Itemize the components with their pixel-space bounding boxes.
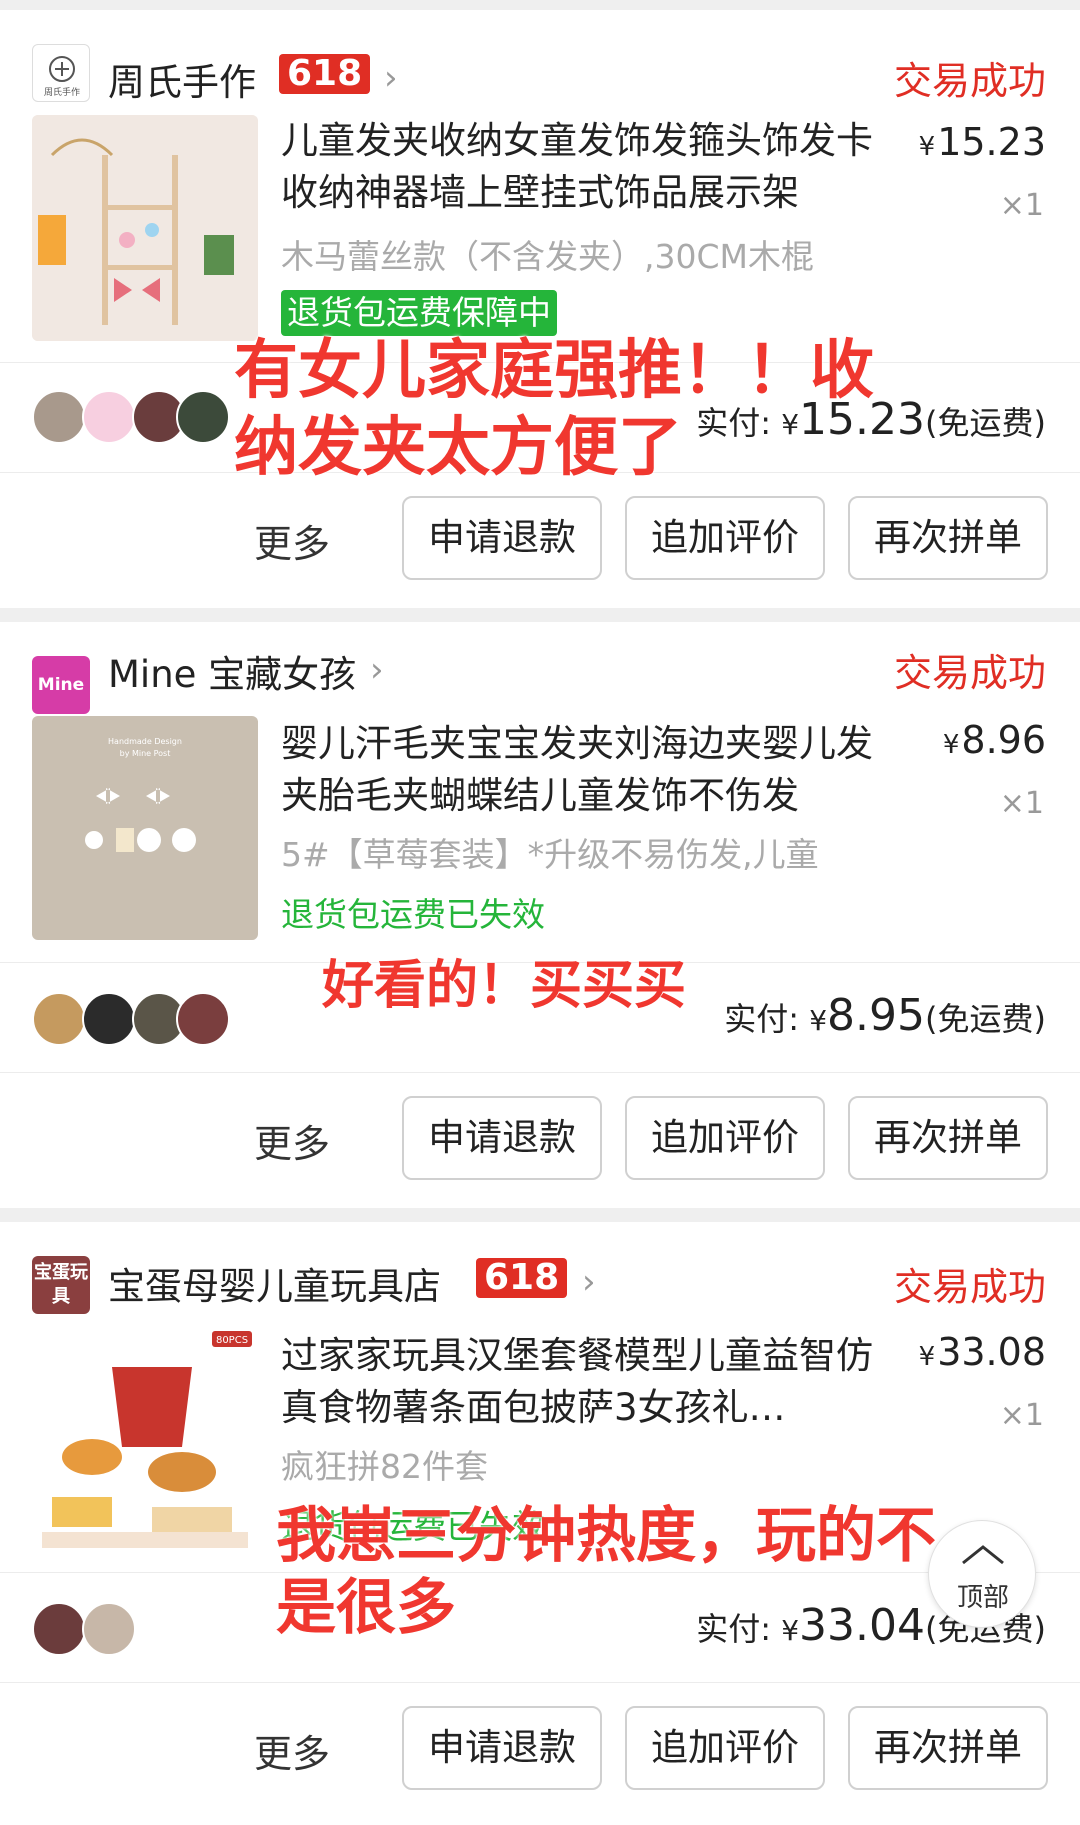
refund-button[interactable]: 申请退款: [402, 496, 602, 580]
svg-text:80PCS: 80PCS: [216, 1335, 248, 1346]
product-price: ¥8.96: [942, 718, 1046, 762]
back-to-top-label: 顶部: [956, 1583, 1009, 1613]
promo-badge: 618: [279, 54, 371, 94]
product-image[interactable]: [32, 115, 258, 341]
order-status: 交易成功: [893, 651, 1046, 695]
review-button[interactable]: 追加评价: [625, 1096, 825, 1180]
product-title[interactable]: 过家家玩具汉堡套餐模型儿童益智仿真食物薯条面包披萨3女孩礼…: [281, 1330, 881, 1434]
shop-name: 周氏手作: [108, 61, 256, 104]
product-title[interactable]: 婴儿汗毛夹宝宝发夹刘海边夹婴儿发夹胎毛夹蝴蝶结儿童发饰不伤发: [281, 718, 881, 822]
product-price: ¥15.23: [918, 120, 1046, 164]
avatar: [32, 390, 86, 444]
order-status: 交易成功: [893, 1265, 1046, 1309]
product-quantity: ×1: [999, 188, 1044, 223]
promo-badge: 618: [476, 1258, 568, 1298]
annotation-text: 有女儿家庭强推！！收纳发夹太方便了: [234, 334, 874, 485]
chevron-up-icon: [962, 1545, 1004, 1565]
review-button[interactable]: 追加评价: [625, 1706, 825, 1790]
shop-header[interactable]: 周氏手作 周氏手作 618 › 交易成功: [0, 10, 1080, 120]
product-price: ¥33.08: [918, 1330, 1046, 1374]
product-image[interactable]: 80PCS: [32, 1327, 258, 1553]
svg-text:周氏手作: 周氏手作: [44, 86, 80, 98]
shop-logo: Mine: [32, 656, 90, 714]
group-avatars[interactable]: [32, 992, 262, 1048]
chevron-right-icon: ›: [582, 1262, 596, 1302]
shop-logo: 周氏手作: [32, 44, 90, 102]
more-link[interactable]: 更多: [254, 1113, 330, 1168]
reorder-button[interactable]: 再次拼单: [848, 1096, 1048, 1180]
product-spec: 木马蕾丝款（不含发夹）,30CM木棍: [281, 237, 814, 276]
annotation-text: 好看的！买买买: [322, 956, 687, 1016]
product-spec: 5#【草莓套装】*升级不易伤发,儿童: [281, 835, 819, 874]
avatar: [82, 1602, 136, 1656]
avatar: [82, 390, 136, 444]
order-status: 交易成功: [893, 59, 1046, 103]
product-spec: 疯狂拼82件套: [281, 1447, 488, 1486]
more-link[interactable]: 更多: [254, 1723, 330, 1778]
action-bar: 更多 申请退款 追加评价 再次拼单: [0, 473, 1080, 608]
avatar: [176, 390, 230, 444]
back-to-top-button[interactable]: 顶部: [928, 1520, 1036, 1628]
shop-name: 宝蛋母婴儿童玩具店: [108, 1265, 441, 1308]
shipping-guarantee: 退货包运费保障中: [281, 290, 557, 336]
action-bar: 更多 申请退款 追加评价 再次拼单: [0, 1683, 1080, 1825]
annotation-text: 我崽三分钟热度，玩的不是很多: [276, 1501, 936, 1643]
svg-text:by Mine Post: by Mine Post: [120, 749, 171, 758]
shop-logo: 宝蛋玩具: [32, 1256, 90, 1314]
action-bar: 更多 申请退款 追加评价 再次拼单: [0, 1073, 1080, 1208]
product-image[interactable]: Handmade Design by Mine Post: [32, 716, 258, 940]
svg-text:Handmade Design: Handmade Design: [108, 737, 182, 746]
shop-header[interactable]: 宝蛋玩具 宝蛋母婴儿童玩具店 618 › 交易成功: [0, 1222, 1080, 1332]
product-title[interactable]: 儿童发夹收纳女童发饰发箍头饰发卡收纳神器墙上壁挂式饰品展示架: [281, 115, 881, 219]
avatar: [176, 992, 230, 1046]
reorder-button[interactable]: 再次拼单: [848, 496, 1048, 580]
refund-button[interactable]: 申请退款: [402, 1706, 602, 1790]
review-button[interactable]: 追加评价: [625, 496, 825, 580]
product-quantity: ×1: [999, 1398, 1044, 1433]
chevron-right-icon: ›: [370, 650, 384, 690]
more-link[interactable]: 更多: [254, 513, 330, 568]
group-avatars[interactable]: [32, 390, 262, 446]
avatar: [32, 992, 86, 1046]
shop-name: Mine 宝藏女孩: [108, 653, 357, 696]
product-quantity: ×1: [999, 786, 1044, 821]
avatar: [32, 1602, 86, 1656]
refund-button[interactable]: 申请退款: [402, 1096, 602, 1180]
avatar: [82, 992, 136, 1046]
shipping-guarantee: 退货包运费已失效: [281, 895, 545, 934]
chevron-right-icon: ›: [384, 58, 398, 98]
group-avatars[interactable]: [32, 1602, 262, 1658]
reorder-button[interactable]: 再次拼单: [848, 1706, 1048, 1790]
